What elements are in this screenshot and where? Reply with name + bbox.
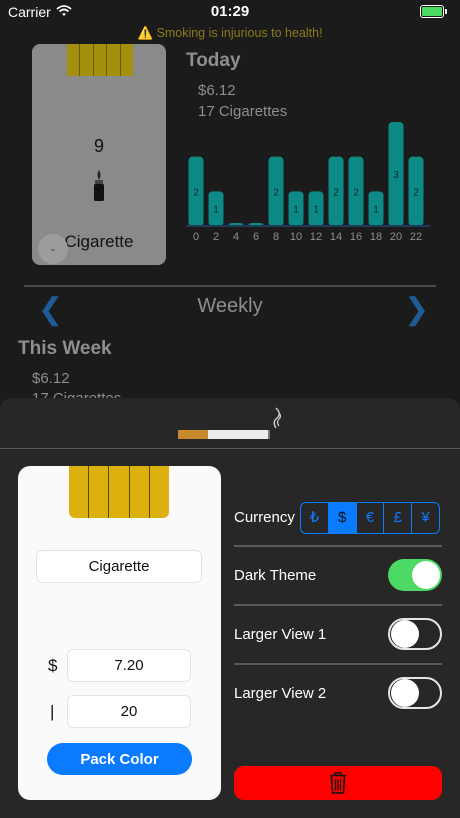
dark-theme-toggle[interactable] <box>388 559 442 591</box>
currency-option[interactable]: € <box>357 503 385 533</box>
bar-value-label: 1 <box>213 205 219 216</box>
price-symbol: $ <box>48 656 58 675</box>
clock: 01:29 <box>210 3 250 20</box>
price-input[interactable] <box>67 649 191 682</box>
currency-selector[interactable]: ₺ $ € £ ¥ <box>300 502 440 534</box>
today-money: $6.12 <box>198 82 236 99</box>
week-money: $6.12 <box>32 370 70 387</box>
larger-view1-toggle[interactable] <box>388 618 442 650</box>
bar-value-label: 2 <box>273 187 279 198</box>
count-input[interactable] <box>67 695 191 728</box>
sheet-divider <box>0 448 460 449</box>
separator <box>234 604 442 606</box>
pack-color-preview <box>69 466 169 518</box>
currency-option[interactable]: $ <box>328 503 357 533</box>
dark-theme-label: Dark Theme <box>234 567 317 584</box>
count-symbol: | <box>50 702 55 721</box>
status-bar: Carrier 01:29 <box>0 0 460 24</box>
bar-value-label: 1 <box>373 205 379 216</box>
health-warning: ⚠️ Smoking is injurious to health! <box>137 26 323 40</box>
x-tick-label: 12 <box>310 231 322 243</box>
separator <box>234 545 442 547</box>
larger-view2-label: Larger View 2 <box>234 685 327 702</box>
remaining-count: 9 <box>93 136 104 156</box>
hourly-bar-chart: 2012 4 628110112214216118320222 <box>186 122 430 243</box>
lighter-icon <box>94 170 104 201</box>
pack-top <box>67 44 133 76</box>
x-tick-label: 0 <box>193 231 199 243</box>
cigarette-handle-icon[interactable] <box>178 430 270 439</box>
pack-settings-card: $ | Pack Color <box>18 466 221 800</box>
bar-value-label: 1 <box>293 205 299 216</box>
bar-value-label: 1 <box>313 205 319 216</box>
x-tick-label: 22 <box>410 231 422 243</box>
next-period-chevron-icon[interactable]: ❯ <box>404 292 429 327</box>
x-tick-label: 8 <box>273 231 279 243</box>
trash-icon <box>330 772 346 794</box>
currency-option[interactable]: £ <box>384 503 413 533</box>
x-tick-label: 10 <box>290 231 302 243</box>
x-tick-label: 14 <box>330 231 342 243</box>
larger-view1-label: Larger View 1 <box>234 626 327 643</box>
x-tick-label: 2 <box>213 231 219 243</box>
x-tick-label: 20 <box>390 231 402 243</box>
bar-value-label: 2 <box>193 187 199 198</box>
bar-value-label: 3 <box>393 170 399 181</box>
bar-value-label: 2 <box>413 187 419 198</box>
decrement-button[interactable]: - <box>38 234 68 264</box>
currency-option[interactable]: ₺ <box>301 503 329 533</box>
pack-color-button[interactable]: Pack Color <box>47 743 192 775</box>
x-tick-label: 4 <box>233 231 239 243</box>
x-tick-label: 6 <box>253 231 259 243</box>
period-label: Weekly <box>197 295 263 317</box>
x-tick-label: 16 <box>350 231 362 243</box>
warning-icon: ⚠️ <box>137 26 154 40</box>
divider <box>24 285 436 287</box>
currency-option[interactable]: ¥ <box>412 503 439 533</box>
pack-name-input[interactable] <box>36 550 202 583</box>
week-title: This Week <box>18 338 112 359</box>
separator <box>234 663 442 665</box>
delete-button[interactable] <box>234 766 442 800</box>
bar-value-label: 2 <box>333 187 339 198</box>
currency-label: Currency <box>234 509 295 526</box>
larger-view2-toggle[interactable] <box>388 677 442 709</box>
battery-icon <box>420 5 447 18</box>
x-tick-label: 18 <box>370 231 382 243</box>
bar-value-label: 2 <box>353 187 359 198</box>
today-title: Today <box>186 50 241 71</box>
pack-card[interactable]: 9 Cigarette - <box>32 44 166 265</box>
smoke-icon <box>273 407 282 429</box>
